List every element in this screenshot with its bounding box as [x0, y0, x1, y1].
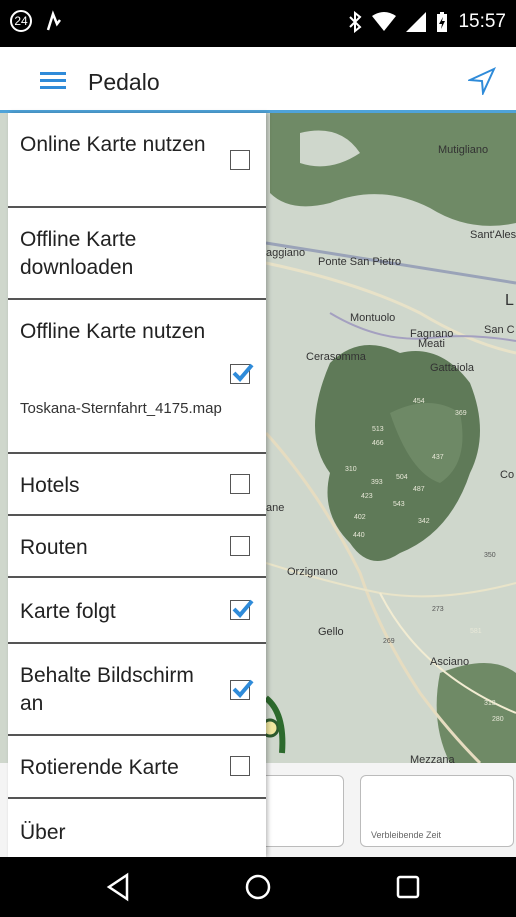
- menu-icon[interactable]: [40, 72, 66, 90]
- place-label: Meati: [418, 338, 445, 350]
- place-label: ane: [266, 502, 284, 514]
- checkmark-icon: [232, 679, 254, 698]
- battery-icon: [437, 12, 448, 32]
- offline-map-label: Offline Karte nutzen: [20, 320, 206, 343]
- offline-download-label: Offline Karte downloaden: [20, 228, 137, 279]
- rotate-label: Rotierende Karte: [20, 756, 179, 779]
- status-right: 15:57: [348, 11, 506, 33]
- follow-label: Karte folgt: [20, 600, 116, 623]
- hotels-label: Hotels: [20, 474, 80, 497]
- place-label: Co: [500, 469, 514, 481]
- routes-label: Routen: [20, 536, 88, 559]
- svg-text:342: 342: [418, 518, 430, 525]
- place-label: San C: [484, 324, 515, 336]
- svg-text:273: 273: [432, 606, 444, 613]
- offline-map-filename: Toskana-Sternfahrt_4175.map: [20, 400, 222, 417]
- checkmark-icon: [232, 599, 254, 618]
- screen-on-label: Behalte Bildschirm an: [20, 664, 194, 715]
- svg-text:350: 350: [484, 552, 496, 559]
- bluetooth-icon: [349, 11, 362, 33]
- svg-text:393: 393: [371, 479, 383, 486]
- svg-text:440: 440: [353, 532, 365, 539]
- place-label: aggiano: [266, 247, 305, 259]
- app-title: Pedalo: [88, 69, 160, 95]
- svg-text:269: 269: [383, 638, 395, 645]
- app-bar: Pedalo: [0, 47, 516, 113]
- place-label: Mezzana: [410, 754, 456, 763]
- place-label: Orzignano: [287, 566, 338, 578]
- place-label: Montuolo: [350, 312, 395, 324]
- remaining-time-label: Verbleibende Zeit: [371, 830, 442, 840]
- place-label: Asciano: [430, 656, 469, 668]
- svg-text:543: 543: [393, 501, 405, 508]
- drawer-item-screen-on[interactable]: Behalte Bildschirm an: [8, 644, 266, 736]
- notification-badge: 24: [10, 10, 32, 32]
- svg-text:313: 313: [484, 700, 496, 707]
- svg-text:369: 369: [455, 410, 467, 417]
- online-map-checkbox[interactable]: [230, 150, 250, 170]
- place-label: L: [505, 292, 514, 309]
- drawer-item-about[interactable]: Über: [8, 799, 266, 857]
- info-box-remaining-time: Verbleibende Zeit: [360, 775, 514, 847]
- settings-drawer: Online Karte nutzen Offline Karte downlo…: [8, 113, 266, 857]
- follow-checkbox[interactable]: [230, 599, 254, 620]
- app-notification-icon: [46, 10, 61, 31]
- svg-text:487: 487: [413, 486, 425, 493]
- place-label: Gello: [318, 626, 344, 638]
- svg-text:581: 581: [470, 628, 482, 635]
- drawer-item-offline-map[interactable]: Offline Karte nutzen Toskana-Sternfahrt_…: [8, 300, 266, 454]
- place-label: Cerasomma: [306, 351, 367, 363]
- place-label: Gattaiola: [430, 362, 475, 374]
- navigation-arrow-icon[interactable]: [468, 67, 496, 95]
- drawer-item-hotels[interactable]: Hotels: [8, 454, 266, 516]
- screen-on-checkbox[interactable]: [230, 679, 254, 700]
- status-bar: 24 15:57: [0, 0, 516, 47]
- svg-text:513: 513: [372, 426, 384, 433]
- wifi-icon: [372, 12, 397, 31]
- svg-text:280: 280: [492, 716, 504, 723]
- checkmark-icon: [232, 363, 254, 382]
- place-label: Mutigliano: [438, 144, 488, 156]
- rotate-checkbox[interactable]: [230, 756, 250, 776]
- place-label: Sant'Ales: [470, 229, 516, 241]
- clock: 15:57: [458, 11, 506, 32]
- recent-apps-icon[interactable]: [395, 872, 421, 902]
- drawer-item-follow[interactable]: Karte folgt: [8, 578, 266, 644]
- svg-text:423: 423: [361, 493, 373, 500]
- drawer-item-routes[interactable]: Routen: [8, 516, 266, 578]
- signal-icon: [406, 12, 427, 32]
- place-label: Ponte San Pietro: [318, 256, 401, 268]
- svg-text:402: 402: [354, 514, 366, 521]
- offline-map-checkbox[interactable]: [230, 363, 254, 384]
- drawer-item-online-map[interactable]: Online Karte nutzen: [8, 113, 266, 208]
- about-label: Über: [20, 821, 66, 844]
- status-left: 24: [10, 10, 64, 32]
- online-map-label: Online Karte nutzen: [20, 133, 206, 156]
- svg-text:466: 466: [372, 440, 384, 447]
- drawer-item-rotate[interactable]: Rotierende Karte: [8, 736, 266, 799]
- svg-text:310: 310: [345, 466, 357, 473]
- drawer-item-offline-download[interactable]: Offline Karte downloaden: [8, 208, 266, 300]
- svg-text:454: 454: [413, 398, 425, 405]
- svg-text:504: 504: [396, 474, 408, 481]
- back-icon[interactable]: [105, 872, 133, 902]
- home-icon[interactable]: [243, 872, 273, 902]
- system-nav-bar: [0, 857, 516, 917]
- svg-text:437: 437: [432, 454, 444, 461]
- hotels-checkbox[interactable]: [230, 474, 250, 494]
- routes-checkbox[interactable]: [230, 536, 250, 556]
